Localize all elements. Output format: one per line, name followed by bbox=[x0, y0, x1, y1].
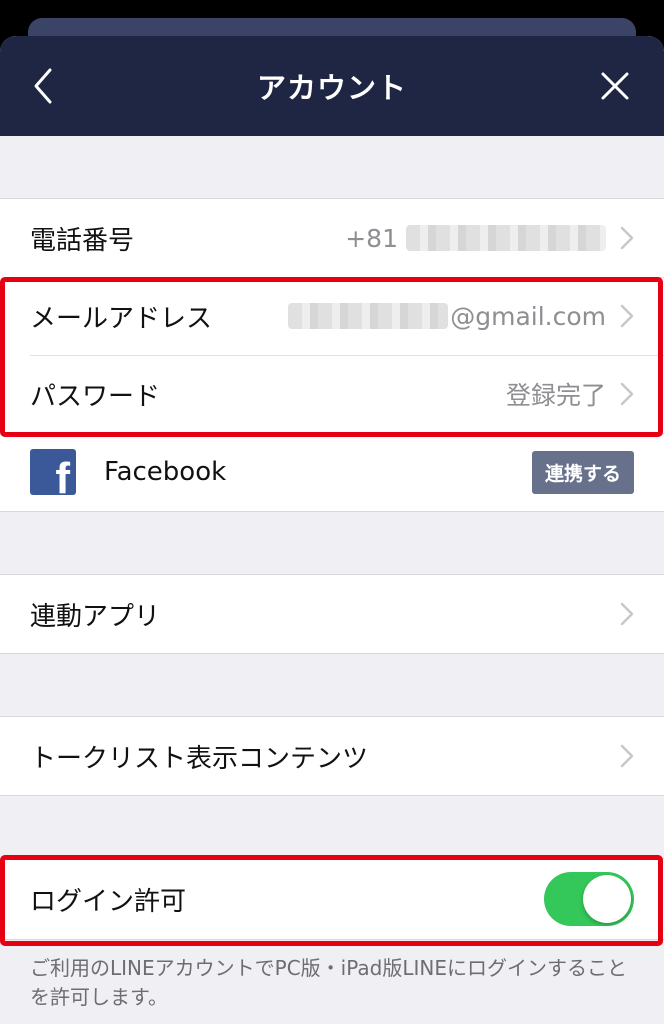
talklist-group: トークリスト表示コンテンツ bbox=[0, 716, 664, 796]
talklist-content-label: トークリスト表示コンテンツ bbox=[30, 743, 369, 774]
login-permission-label: ログイン許可 bbox=[30, 886, 187, 917]
chevron-right-icon bbox=[620, 602, 634, 626]
facebook-label: Facebook bbox=[104, 457, 227, 487]
close-icon[interactable] bbox=[600, 71, 630, 101]
password-label: パスワード bbox=[30, 381, 161, 412]
navigation-bar: アカウント bbox=[0, 36, 664, 136]
back-chevron-icon[interactable] bbox=[30, 66, 60, 106]
section-gap bbox=[0, 796, 664, 858]
account-screen: アカウント 電話番号 +81 メールアドレス @gmail.com パスワード … bbox=[0, 36, 664, 1024]
phone-label: 電話番号 bbox=[30, 225, 135, 256]
password-status: 登録完了 bbox=[505, 381, 606, 410]
login-permission-row: ログイン許可 bbox=[0, 859, 664, 939]
phone-frame: アカウント 電話番号 +81 メールアドレス @gmail.com パスワード … bbox=[0, 0, 664, 1024]
facebook-row: f Facebook 連携する bbox=[0, 433, 664, 511]
email-row[interactable]: メールアドレス @gmail.com bbox=[0, 277, 664, 355]
phone-value: +81 bbox=[345, 224, 606, 253]
login-group: ログイン許可 bbox=[0, 858, 664, 940]
login-permission-toggle[interactable] bbox=[544, 872, 634, 926]
section-gap bbox=[0, 512, 664, 574]
facebook-link-button[interactable]: 連携する bbox=[531, 450, 634, 494]
email-domain: @gmail.com bbox=[450, 301, 606, 331]
linked-apps-row[interactable]: 連動アプリ bbox=[0, 575, 664, 653]
chevron-right-icon bbox=[620, 744, 634, 768]
email-label: メールアドレス bbox=[30, 303, 213, 334]
page-title: アカウント bbox=[256, 71, 407, 105]
chevron-right-icon bbox=[620, 304, 634, 328]
section-gap bbox=[0, 654, 664, 716]
facebook-icon: f bbox=[30, 449, 76, 495]
talklist-content-row[interactable]: トークリスト表示コンテンツ bbox=[0, 717, 664, 795]
section-gap bbox=[0, 136, 664, 198]
phone-prefix: +81 bbox=[345, 223, 398, 253]
password-row[interactable]: パスワード 登録完了 bbox=[0, 355, 664, 433]
phone-row[interactable]: 電話番号 +81 bbox=[0, 199, 664, 277]
linked-apps-label: 連動アプリ bbox=[30, 601, 161, 632]
chevron-right-icon bbox=[620, 382, 634, 406]
account-group: 電話番号 +81 メールアドレス @gmail.com パスワード 登録完了 f… bbox=[0, 198, 664, 512]
apps-group: 連動アプリ bbox=[0, 574, 664, 654]
email-user-blurred bbox=[288, 303, 449, 329]
chevron-right-icon bbox=[620, 226, 634, 250]
email-value: @gmail.com bbox=[288, 302, 606, 331]
login-permission-note: ご利用のLINEアカウントでPC版・iPad版LINEにログインすることを許可し… bbox=[30, 956, 627, 1009]
phone-number-blurred bbox=[406, 225, 606, 251]
